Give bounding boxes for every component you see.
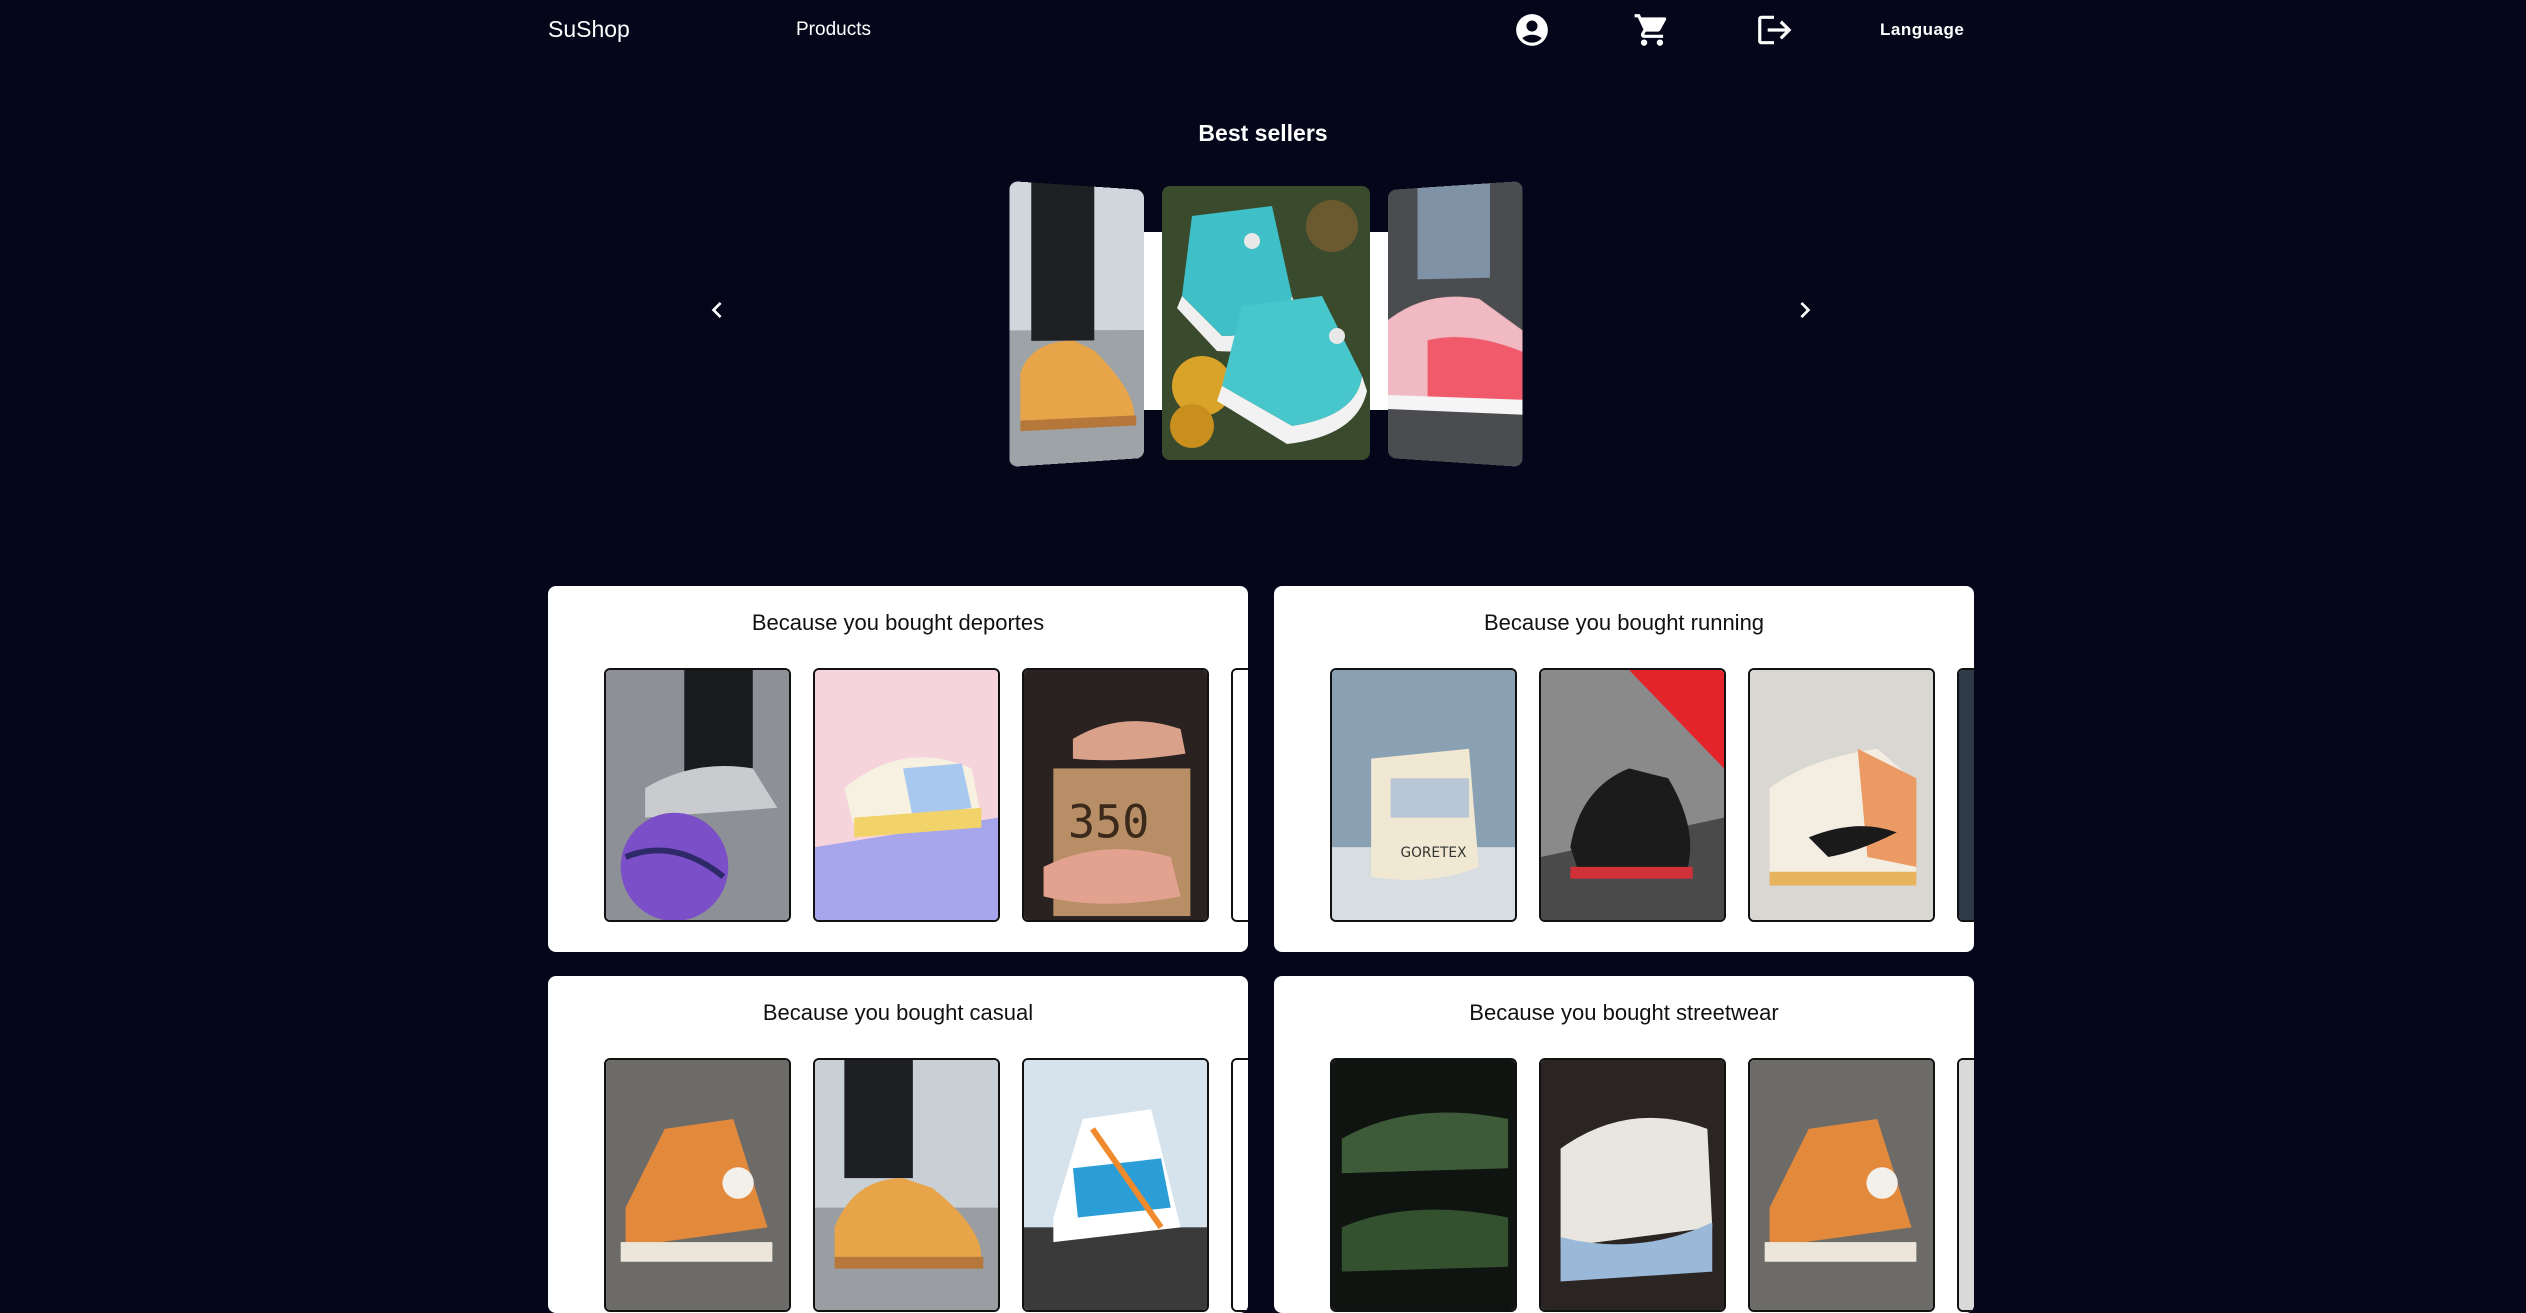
product-thumbnail-partial[interactable] bbox=[1231, 1058, 1248, 1312]
product-thumbnail[interactable] bbox=[1539, 1058, 1726, 1312]
product-thumbnail[interactable] bbox=[813, 1058, 1000, 1312]
best-sellers-title: Best sellers bbox=[1198, 120, 1328, 146]
recommendation-title: Because you bought running bbox=[1483, 610, 1765, 635]
best-seller-slide-wheat-boot[interactable] bbox=[1009, 181, 1144, 467]
product-thumbnail[interactable] bbox=[604, 668, 791, 922]
best-seller-slide-teal-high-top[interactable] bbox=[1162, 186, 1370, 460]
chevron-left-icon bbox=[711, 302, 722, 318]
logout-icon[interactable] bbox=[1752, 8, 1796, 52]
recommendation-card-casual: Because you bought casual bbox=[548, 976, 1248, 1313]
product-thumbnail[interactable] bbox=[1539, 668, 1726, 922]
recommendation-card-deportes: Because you bought deportes 350 bbox=[548, 586, 1248, 952]
account-circle-icon[interactable] bbox=[1510, 8, 1554, 52]
product-thumbnail[interactable] bbox=[813, 668, 1000, 922]
svg-text:350: 350 bbox=[1068, 795, 1149, 848]
brand-logo[interactable]: SuShop bbox=[548, 16, 630, 43]
carousel-gap bbox=[1368, 232, 1390, 410]
carousel-prev-button[interactable] bbox=[697, 290, 737, 330]
nav-products-link[interactable]: Products bbox=[796, 19, 871, 41]
product-thumbnail[interactable] bbox=[1022, 1058, 1209, 1312]
recommendation-title: Because you bought streetwear bbox=[1469, 1000, 1779, 1025]
shopping-cart-icon[interactable] bbox=[1630, 8, 1674, 52]
product-thumbnail[interactable] bbox=[1748, 1058, 1935, 1312]
product-thumbnail[interactable] bbox=[604, 1058, 791, 1312]
chevron-right-icon bbox=[1800, 302, 1811, 318]
product-thumbnail-partial[interactable] bbox=[1231, 668, 1248, 922]
product-thumbnail[interactable]: 350 bbox=[1022, 668, 1209, 922]
top-navbar: SuShop Products Language bbox=[0, 0, 2526, 62]
carousel-next-button[interactable] bbox=[1785, 290, 1825, 330]
product-thumbnail-partial[interactable] bbox=[1957, 668, 1974, 922]
recommendation-title: Because you bought deportes bbox=[751, 610, 1045, 635]
best-seller-slide-pink-runner[interactable] bbox=[1388, 181, 1523, 467]
product-thumbnail-partial[interactable] bbox=[1957, 1058, 1974, 1312]
svg-text:GORETEX: GORETEX bbox=[1401, 845, 1467, 861]
recommendation-card-streetwear: Because you bought streetwear bbox=[1274, 976, 1974, 1313]
product-thumbnail[interactable]: GORETEX bbox=[1330, 668, 1517, 922]
product-thumbnail[interactable] bbox=[1330, 1058, 1517, 1312]
recommendation-title: Because you bought casual bbox=[762, 1000, 1034, 1025]
language-button[interactable]: Language bbox=[1880, 20, 1964, 40]
recommendation-card-running: Because you bought running GORETEX bbox=[1274, 586, 1974, 952]
carousel-gap bbox=[1142, 232, 1164, 410]
product-thumbnail[interactable] bbox=[1748, 668, 1935, 922]
